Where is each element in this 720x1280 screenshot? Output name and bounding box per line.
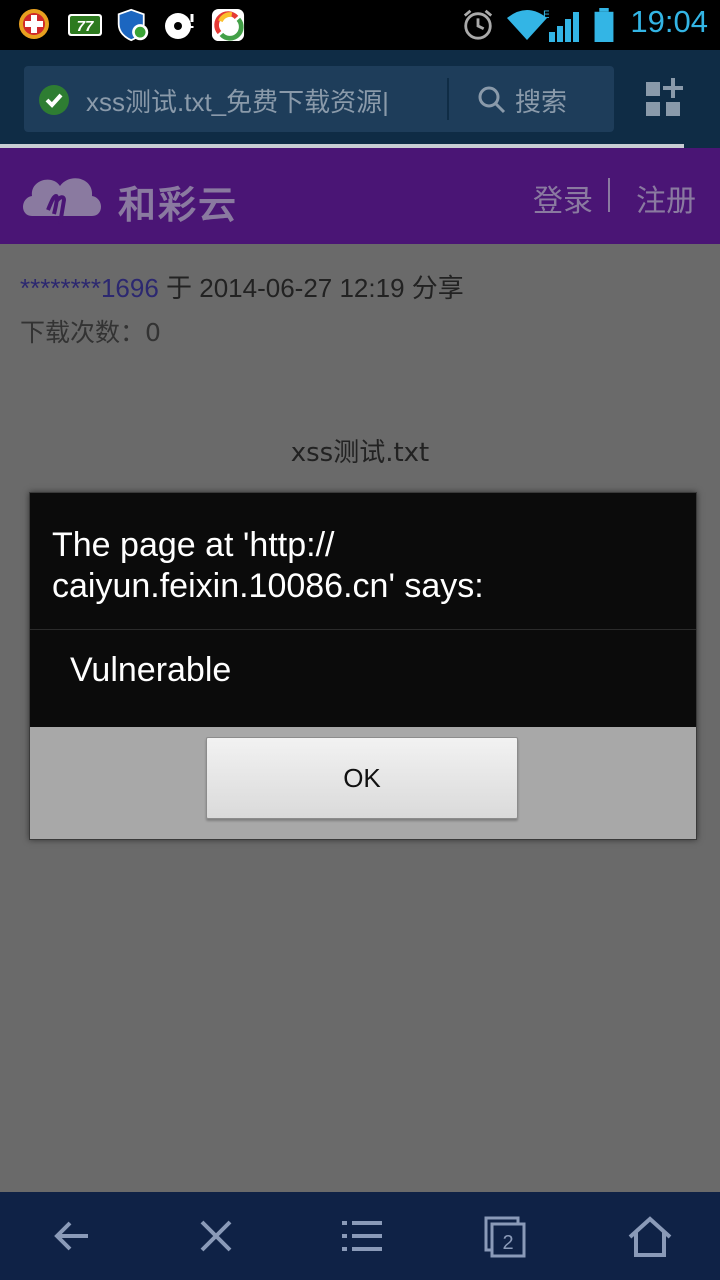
dialog-message: Vulnerable [70,651,232,689]
battery-77-label: 77 [77,18,94,35]
bottom-navigation: 2 [0,1192,720,1280]
clock: 19:04 [630,4,708,39]
status-bar: 77 E 19:04 [0,0,720,50]
battery-77-icon: 77 [68,14,102,36]
shield-security-icon [117,8,149,42]
stop-button[interactable] [144,1192,288,1280]
search-button[interactable]: 搜索 [452,66,614,132]
close-icon [200,1220,232,1252]
dialog-button-bar: OK [30,727,696,839]
browser-toolbar: xss测试.txt_免费下载资源| 搜索 [0,50,720,148]
share-info: ********1696 于 2014-06-27 12:19 分享 [20,268,464,305]
camera-app-icon [211,8,245,42]
wifi-icon: E [507,9,549,40]
tabs-count: 2 [502,1232,513,1254]
menu-list-icon [342,1221,382,1251]
secure-check-icon [39,85,69,115]
media-icon [165,13,194,39]
back-arrow-icon [54,1221,88,1251]
url-text[interactable]: xss测试.txt_免费下载资源| [86,82,442,116]
share-date-text: 于 2014-06-27 12:19 分享 [158,273,464,303]
dialog-divider [30,629,696,630]
address-bar[interactable]: xss测试.txt_免费下载资源| 搜索 [24,66,614,132]
file-name: xss测试.txt [290,438,430,468]
header-separator [608,178,610,212]
alert-dialog: The page at 'http:// caiyun.feixin.10086… [29,492,697,840]
home-icon [628,1216,672,1257]
apps-grid-icon[interactable] [644,78,686,120]
menu-button[interactable] [288,1192,432,1280]
alarm-icon [463,9,493,40]
tabs-icon: 2 [484,1216,526,1258]
download-count: 下载次数：0 [20,318,161,347]
login-link[interactable]: 登录 [533,176,593,220]
register-link[interactable]: 注册 [636,176,696,220]
dialog-title: The page at 'http:// caiyun.feixin.10086… [52,526,484,605]
back-button[interactable] [0,1192,144,1280]
signal-icon [549,12,579,42]
brand-name: 和彩云 [118,183,239,227]
ok-button[interactable]: OK [206,737,518,819]
address-bar-divider [447,78,449,120]
site-header [0,148,720,244]
tabs-button[interactable]: 2 [432,1192,576,1280]
sharer-username[interactable]: ********1696 [20,273,159,303]
home-button[interactable] [576,1192,720,1280]
add-app-icon [19,9,49,39]
caiyun-logo-icon[interactable] [20,166,104,228]
search-label: 搜索 [515,88,568,118]
search-icon [478,86,506,114]
battery-icon [594,8,614,42]
